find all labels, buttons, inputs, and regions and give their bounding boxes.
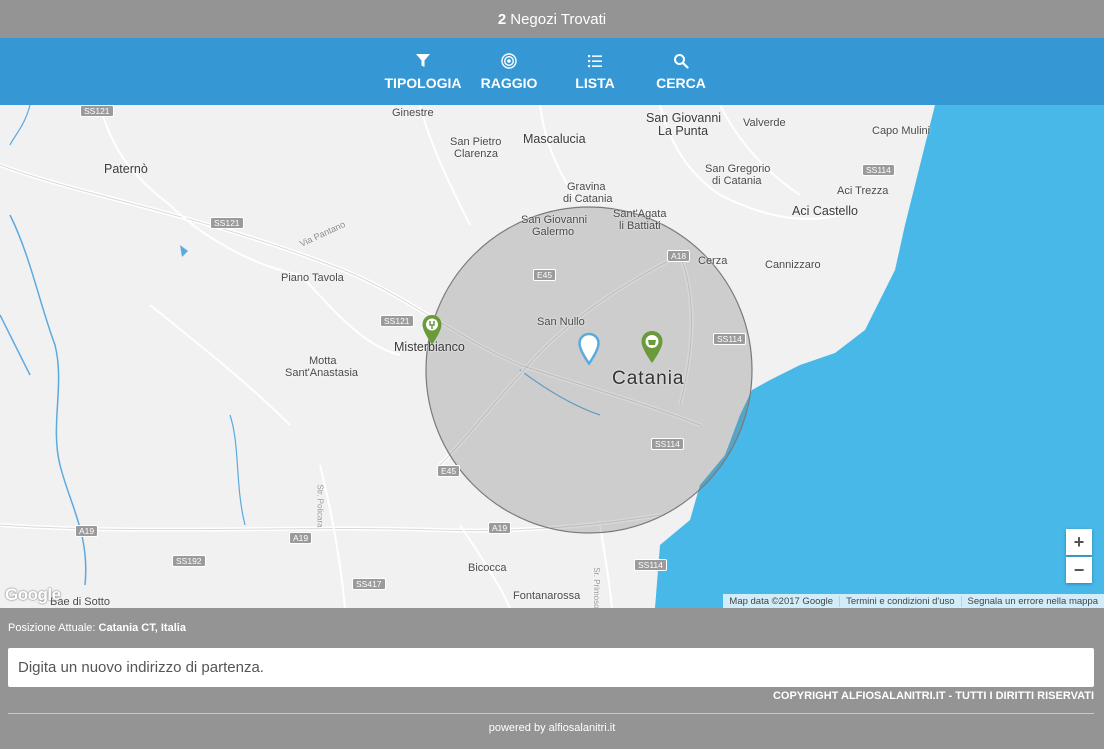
divider	[8, 713, 1094, 714]
zoom-out-button[interactable]: −	[1066, 557, 1092, 583]
road-shield: A19	[289, 532, 313, 544]
map-label: Piano Tavola	[281, 272, 344, 284]
position-value: Catania CT, Italia	[98, 622, 186, 634]
address-input[interactable]	[8, 648, 1094, 687]
footer-panel: Posizione Attuale: Catania CT, Italia CO…	[0, 608, 1104, 749]
current-position: Posizione Attuale: Catania CT, Italia	[8, 622, 186, 634]
radius-icon	[501, 52, 517, 69]
road-shield: SS114	[713, 333, 746, 345]
road-shield: SS192	[172, 555, 206, 567]
map-label: Aci Trezza	[837, 185, 889, 197]
road-shield: A19	[75, 525, 99, 537]
zoom-in-button[interactable]: +	[1066, 529, 1092, 555]
map-label: Galermo	[532, 226, 575, 238]
map-label: Ginestre	[392, 107, 434, 119]
map-label: Cannizzaro	[765, 259, 821, 271]
tab-raggio-label: RAGGIO	[480, 74, 538, 91]
map-label: Fontanarossa	[513, 590, 581, 602]
road-shield: SS121	[380, 315, 414, 327]
map-label: Paternò	[104, 162, 148, 176]
map-label: Sr. Primosole	[591, 567, 601, 608]
map-data-credit: Map data ©2017 Google	[729, 595, 834, 607]
road-shield: E45	[437, 465, 461, 477]
search-icon	[674, 53, 689, 69]
road-shield: SS114	[634, 559, 667, 571]
road-shield: A18	[667, 250, 691, 262]
store-marker[interactable]	[421, 314, 443, 346]
map-label: Clarenza	[454, 148, 499, 160]
map-label: di Catania	[563, 193, 613, 205]
tab-tipologia[interactable]: TIPOLOGIA	[378, 38, 468, 105]
tab-tipologia-label: TIPOLOGIA	[384, 74, 462, 91]
road-shield: SS121	[80, 105, 114, 117]
road-shield: SS114	[651, 438, 684, 450]
map-label: di Catania	[712, 175, 762, 187]
map-label: Gravina	[567, 181, 606, 193]
map-view[interactable]: Ginestre San Pietro Clarenza Mascalucia …	[0, 105, 1104, 608]
filter-icon	[416, 53, 430, 67]
terms-link[interactable]: Termini e condizioni d'uso	[839, 595, 960, 607]
map-label: Mascalucia	[523, 132, 586, 146]
map-label: San Gregorio	[705, 163, 771, 175]
current-location-marker[interactable]	[577, 332, 601, 366]
map-label: Sant'Anastasia	[285, 367, 359, 379]
road-shield: SS417	[352, 578, 386, 590]
map-label: San Pietro	[450, 136, 502, 148]
results-header: 2 Negozi Trovati	[0, 0, 1104, 38]
tab-lista-label: LISTA	[575, 74, 615, 91]
map-label: Valverde	[743, 117, 786, 129]
map-label: Str. Policara	[315, 484, 325, 528]
tab-raggio[interactable]: RAGGIO	[464, 38, 554, 105]
report-error-link[interactable]: Segnala un errore nella mappa	[960, 595, 1104, 607]
map-label: San Giovanni	[521, 214, 588, 226]
shopping-basket-icon	[648, 340, 656, 345]
copyright: COPYRIGHT ALFIOSALANITRI.IT - TUTTI I DI…	[772, 690, 1094, 702]
position-label: Posizione Attuale:	[8, 622, 96, 634]
map-label: La Punta	[658, 124, 709, 138]
road-shield: E45	[533, 269, 557, 281]
map-label: Sant'Agata	[613, 208, 667, 220]
toolbar: TIPOLOGIA RAGGIO LISTA CERCA	[0, 38, 1104, 105]
results-count: 2	[497, 10, 507, 28]
map-base	[0, 105, 1104, 608]
map-label-catania: Catania	[612, 368, 685, 389]
map-attribution: Map data ©2017 Google Termini e condizio…	[723, 594, 1104, 608]
map-label: San Giovanni	[646, 111, 722, 125]
map-label: Cerza	[698, 255, 728, 267]
map-label: San Nullo	[537, 316, 585, 328]
road-shield: SS121	[210, 217, 244, 229]
tab-lista[interactable]: LISTA	[550, 38, 640, 105]
map-label: Motta	[309, 355, 337, 367]
tab-cerca-label: CERCA	[656, 74, 706, 91]
map-label: Bicocca	[468, 562, 507, 574]
map-label: li Battiati	[619, 220, 661, 232]
map-label: Capo Mulini	[872, 125, 931, 137]
road-shield: A19	[488, 522, 512, 534]
google-logo: Google	[5, 585, 61, 604]
tab-cerca[interactable]: CERCA	[636, 38, 726, 105]
store-marker[interactable]	[640, 330, 664, 364]
map-label: Aci Castello	[792, 204, 858, 218]
powered-by-link[interactable]: powered by alfiosalanitri.it	[0, 722, 1104, 734]
list-icon	[588, 54, 602, 67]
results-title: Negozi Trovati	[510, 10, 607, 28]
road-shield: SS114	[862, 164, 895, 176]
